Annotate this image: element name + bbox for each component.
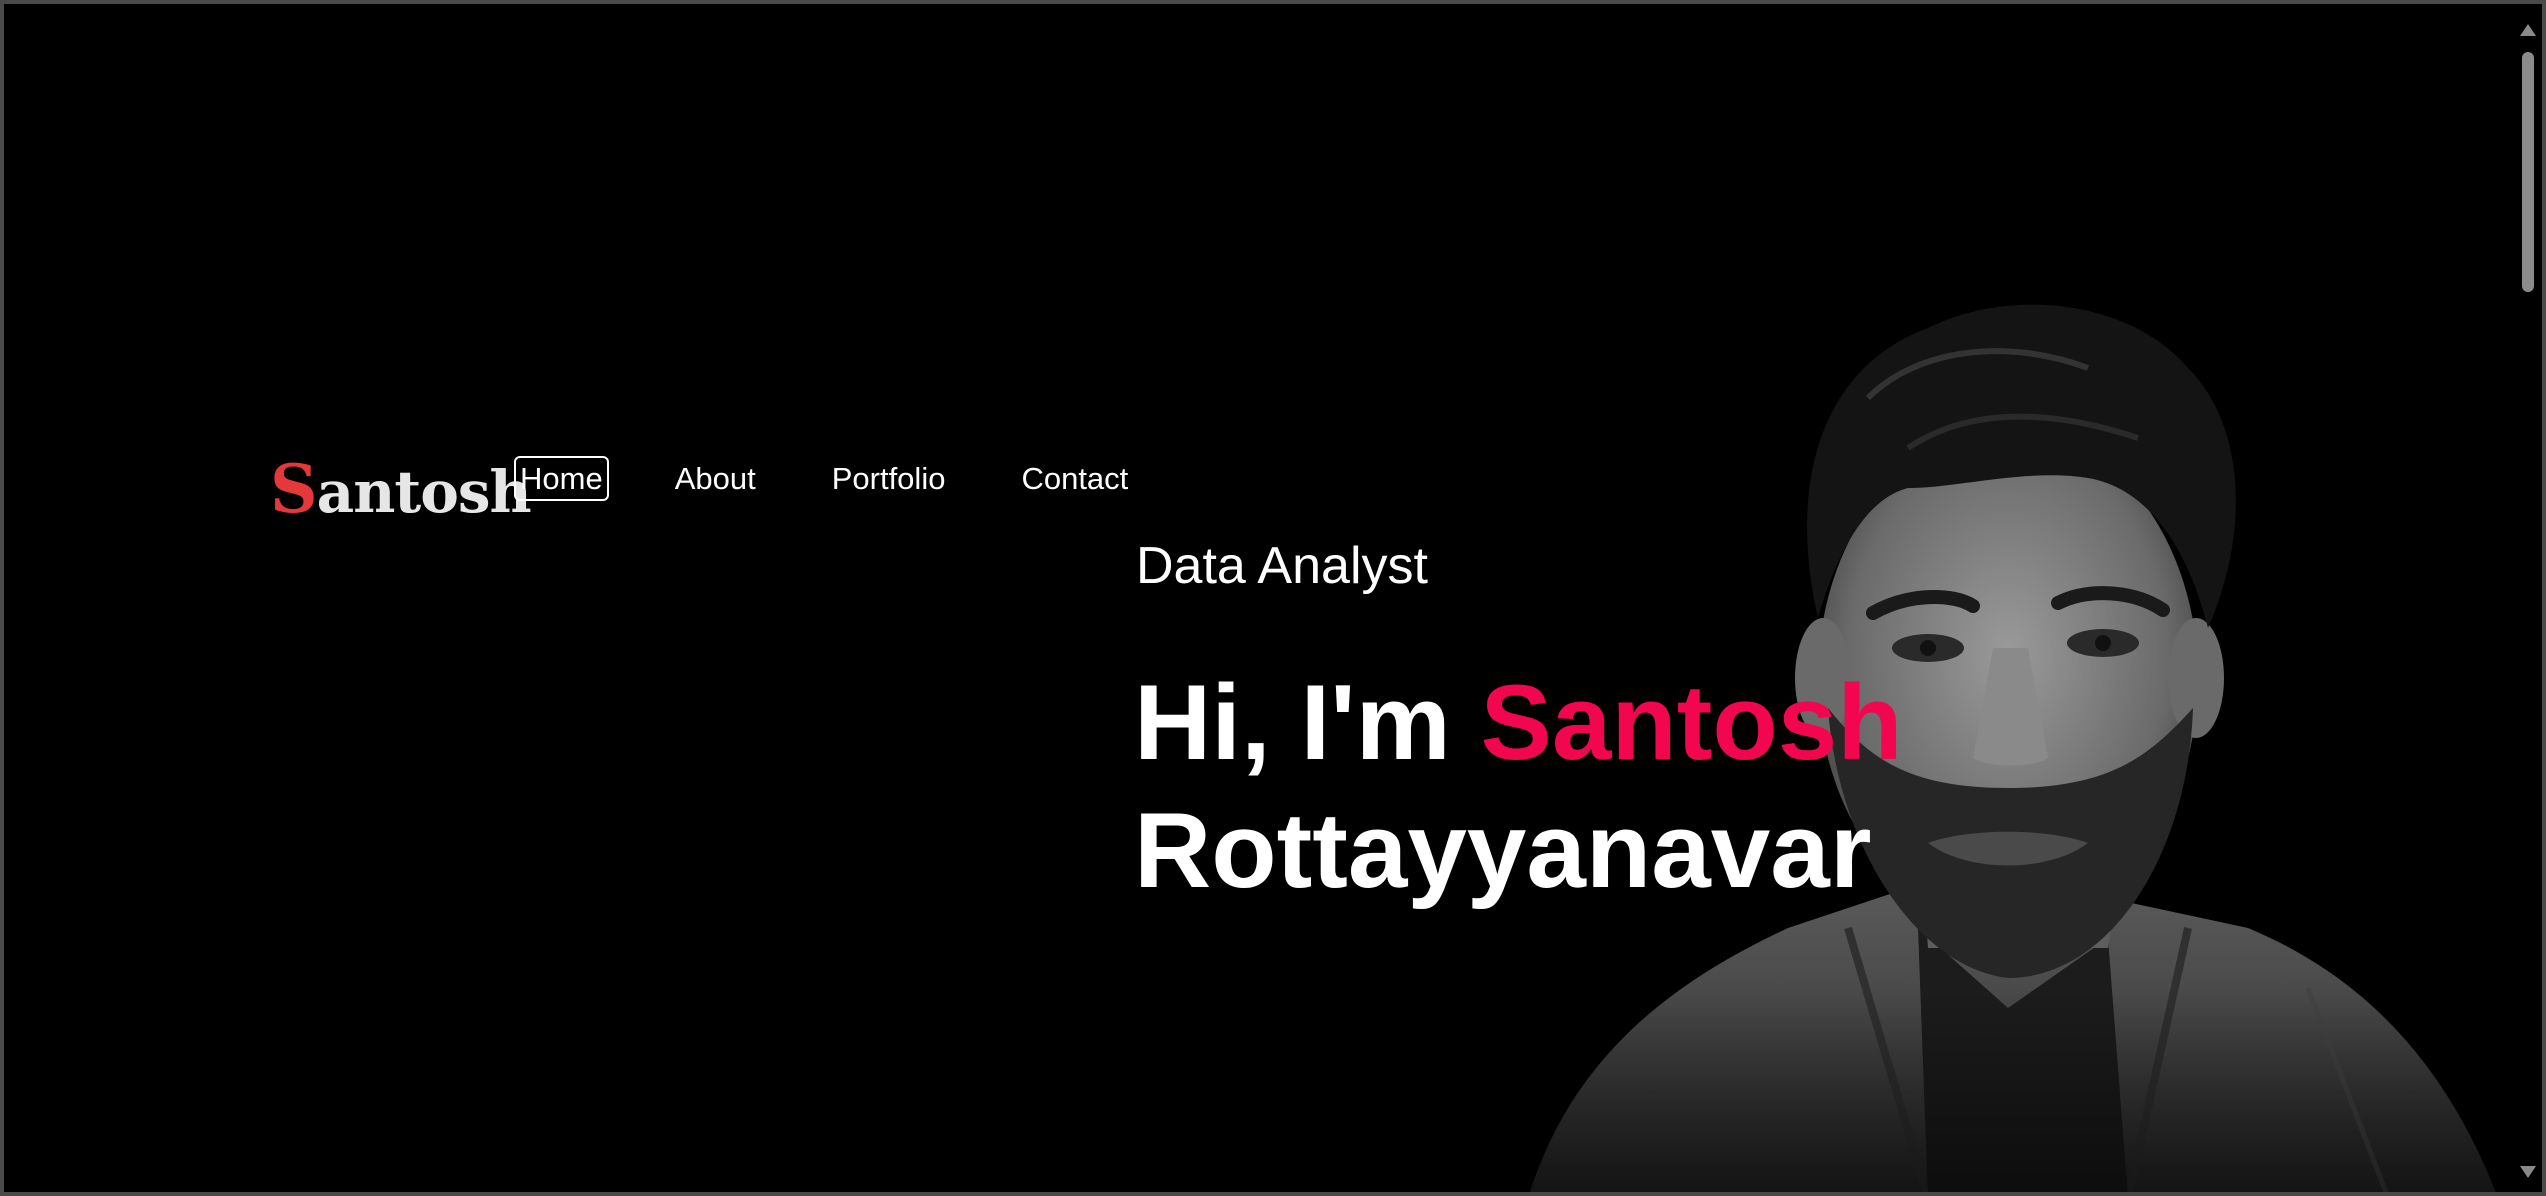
hero-headline: Hi, I'm Santosh Rottayyanavar (1134, 658, 1903, 914)
logo-rest: antosh (316, 458, 532, 526)
home-page: Santosh Home About Portfolio Contact Dat… (8, 8, 2524, 1192)
scrollbar-thumb[interactable] (2522, 52, 2534, 292)
nav-portfolio-link[interactable]: Portfolio (828, 459, 950, 498)
nav-contact-link[interactable]: Contact (1017, 459, 1132, 498)
scroll-down-icon[interactable] (2520, 1166, 2536, 1178)
logo-first-letter: S (270, 450, 318, 528)
browser-viewport: Santosh Home About Portfolio Contact Dat… (0, 0, 2546, 1196)
nav-home-link[interactable]: Home (514, 456, 609, 501)
site-logo[interactable]: Santosh (270, 456, 532, 522)
main-nav: Home About Portfolio Contact (514, 456, 1132, 501)
hero-role: Data Analyst (1136, 537, 1428, 595)
hero-last-name: Rottayyanavar (1134, 790, 1872, 910)
scroll-up-icon[interactable] (2520, 24, 2536, 36)
nav-about-link[interactable]: About (671, 459, 760, 498)
vertical-scrollbar[interactable] (2516, 8, 2538, 1192)
hero-first-name: Santosh (1480, 662, 1903, 782)
hero-greeting: Hi, I'm (1134, 662, 1481, 782)
